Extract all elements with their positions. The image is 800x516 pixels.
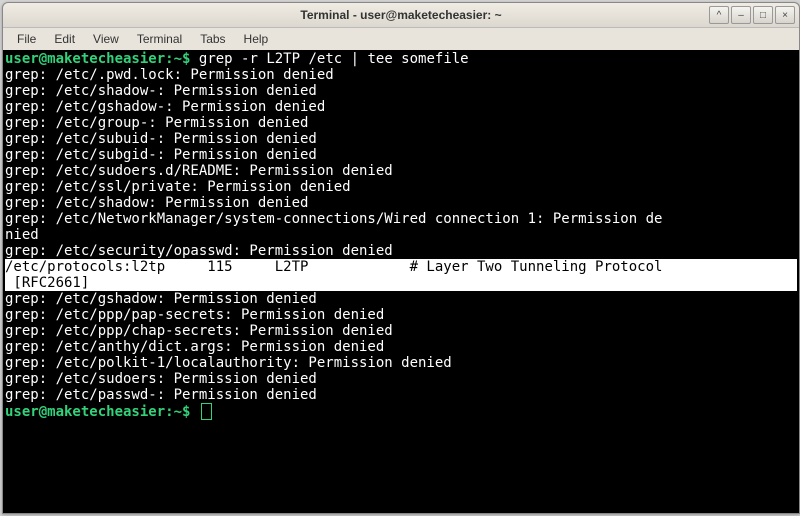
menu-file[interactable]: File bbox=[9, 30, 44, 48]
prompt-separator: : bbox=[165, 404, 173, 420]
terminal-window: Terminal - user@maketecheasier: ~ ^ – □ … bbox=[2, 2, 800, 514]
window-controls: ^ – □ × bbox=[709, 6, 795, 24]
command-line: user@maketecheasier:~$ grep -r L2TP /etc… bbox=[5, 51, 797, 67]
window-title: Terminal - user@maketecheasier: ~ bbox=[3, 8, 799, 22]
terminal-output[interactable]: user@maketecheasier:~$ grep -r L2TP /etc… bbox=[3, 50, 799, 513]
output-line: grep: /etc/gshadow-: Permission denied bbox=[5, 99, 797, 115]
prompt-user-host: user@maketecheasier bbox=[5, 51, 165, 67]
output-line: grep: /etc/ppp/chap-secrets: Permission … bbox=[5, 323, 797, 339]
menu-edit[interactable]: Edit bbox=[46, 30, 83, 48]
output-line: grep: /etc/passwd-: Permission denied bbox=[5, 387, 797, 403]
menu-help[interactable]: Help bbox=[236, 30, 277, 48]
menu-tabs[interactable]: Tabs bbox=[192, 30, 233, 48]
output-line: grep: /etc/ssl/private: Permission denie… bbox=[5, 179, 797, 195]
cursor bbox=[201, 403, 212, 420]
highlighted-match-line: [RFC2661] bbox=[5, 275, 797, 291]
output-line: grep: /etc/ppp/pap-secrets: Permission d… bbox=[5, 307, 797, 323]
prompt-symbol: $ bbox=[182, 404, 199, 420]
minimize-button[interactable]: – bbox=[731, 6, 751, 24]
output-line: grep: /etc/polkit-1/localauthority: Perm… bbox=[5, 355, 797, 371]
close-button[interactable]: × bbox=[775, 6, 795, 24]
menu-terminal[interactable]: Terminal bbox=[129, 30, 190, 48]
prompt-user-host: user@maketecheasier bbox=[5, 404, 165, 420]
output-line: grep: /etc/.pwd.lock: Permission denied bbox=[5, 67, 797, 83]
output-line: nied bbox=[5, 227, 797, 243]
rollup-button[interactable]: ^ bbox=[709, 6, 729, 24]
prompt-symbol: $ bbox=[182, 51, 199, 67]
output-line: grep: /etc/sudoers.d/README: Permission … bbox=[5, 163, 797, 179]
output-line: grep: /etc/subgid-: Permission denied bbox=[5, 147, 797, 163]
highlighted-match-line: /etc/protocols:l2tp 115 L2TP # Layer Two… bbox=[5, 259, 797, 275]
maximize-button[interactable]: □ bbox=[753, 6, 773, 24]
prompt-line: user@maketecheasier:~$ bbox=[5, 403, 797, 420]
output-line: grep: /etc/group-: Permission denied bbox=[5, 115, 797, 131]
output-line: grep: /etc/subuid-: Permission denied bbox=[5, 131, 797, 147]
output-line: grep: /etc/shadow: Permission denied bbox=[5, 195, 797, 211]
output-line: grep: /etc/NetworkManager/system-connect… bbox=[5, 211, 797, 227]
output-line: grep: /etc/security/opasswd: Permission … bbox=[5, 243, 797, 259]
menu-view[interactable]: View bbox=[85, 30, 127, 48]
prompt-path: ~ bbox=[174, 404, 182, 420]
titlebar: Terminal - user@maketecheasier: ~ ^ – □ … bbox=[3, 3, 799, 28]
output-line: grep: /etc/sudoers: Permission denied bbox=[5, 371, 797, 387]
output-line: grep: /etc/gshadow: Permission denied bbox=[5, 291, 797, 307]
prompt-path: ~ bbox=[174, 51, 182, 67]
prompt-separator: : bbox=[165, 51, 173, 67]
output-line: grep: /etc/shadow-: Permission denied bbox=[5, 83, 797, 99]
typed-command: grep -r L2TP /etc | tee somefile bbox=[199, 51, 469, 67]
output-line: grep: /etc/anthy/dict.args: Permission d… bbox=[5, 339, 797, 355]
menubar: File Edit View Terminal Tabs Help bbox=[3, 28, 799, 50]
